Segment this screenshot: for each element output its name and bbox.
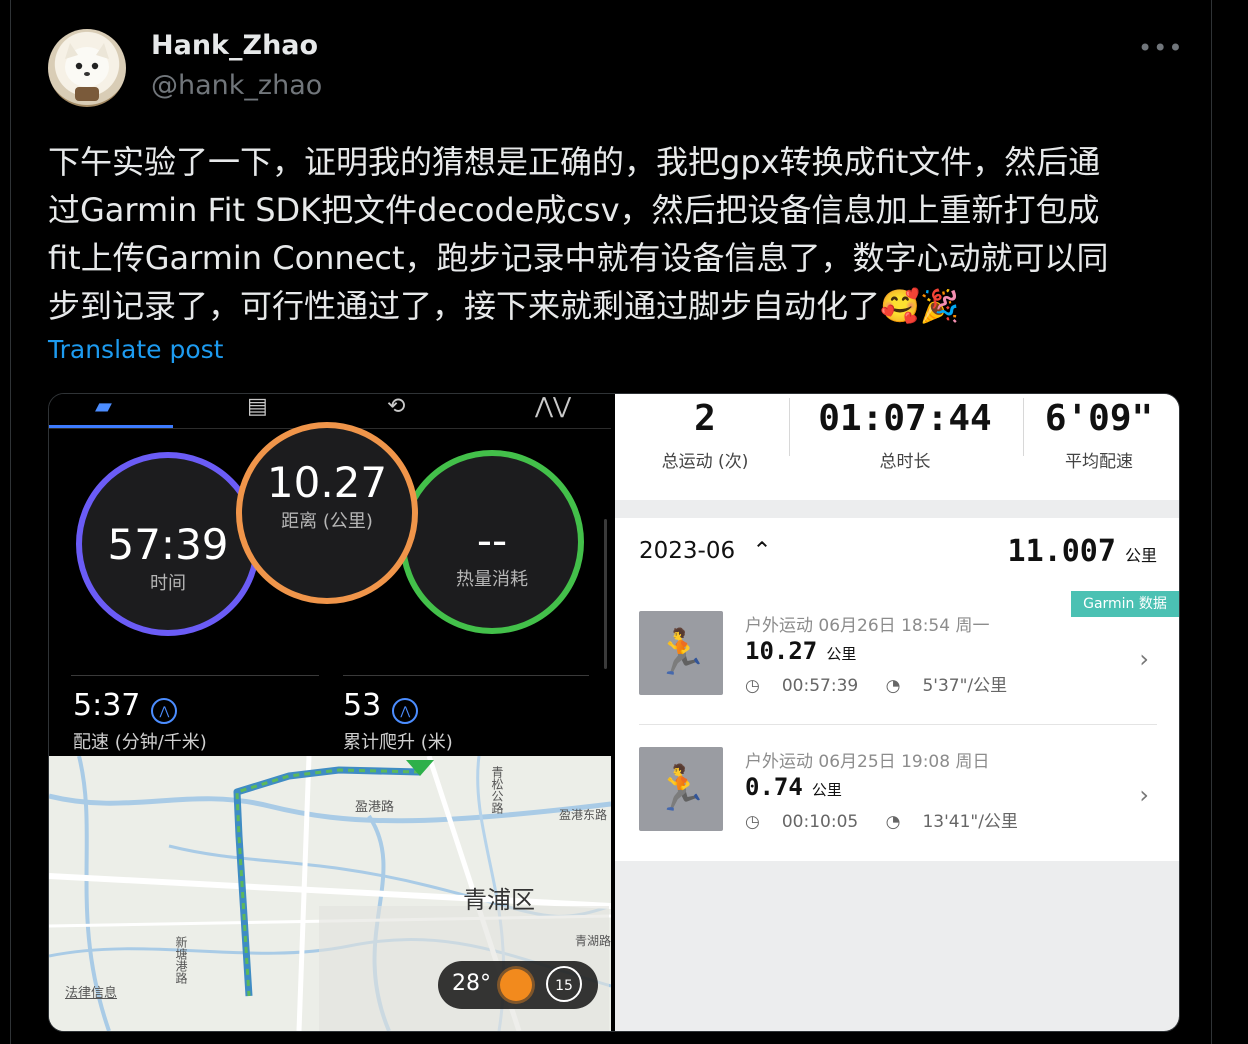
- record-distance: 0.74 公里: [745, 773, 842, 801]
- scrollbar[interactable]: [604, 519, 607, 669]
- records-screenshot[interactable]: 2 总运动 (次) 01:07:44 总时长 6'09" 平均配速 2023-0…: [615, 394, 1179, 1031]
- author-name[interactable]: Hank_Zhao: [151, 30, 318, 61]
- record-distance-value: 10.27: [745, 637, 818, 665]
- chevron-up-icon: ⌃: [752, 538, 772, 564]
- record-row[interactable]: 🏃 户外运动 06月25日 19:08 周日 0.74 公里 ◷ 00:10:05…: [615, 747, 1179, 867]
- elevation-stat: 53 ⋀ 累计爬升 (米): [343, 688, 453, 754]
- tweet-media[interactable]: ▰ ▤ ⟲ ⋀⋁ 57:39 时间 -- 热量消耗 10.27 距离 (公里) …: [48, 393, 1180, 1032]
- summary-value: 01:07:44: [818, 398, 992, 439]
- author-handle[interactable]: @hank_zhao: [151, 70, 322, 101]
- clock-icon: 15: [546, 966, 582, 1002]
- map-road-label: 青湖路: [575, 934, 611, 948]
- map-road-label: 盈港路: [355, 800, 395, 815]
- summary-duration: 01:07:44 总时长: [815, 394, 995, 472]
- tweet-line: fit上传Garmin Connect，跑步记录中就有设备信息了，数字心动就可以…: [48, 239, 1109, 277]
- time-ring: 57:39 时间: [76, 452, 260, 636]
- pace-icon: ◔: [885, 812, 901, 832]
- chevron-right-icon[interactable]: ›: [1139, 781, 1149, 809]
- summary-label: 平均配速: [1065, 452, 1133, 472]
- calories-label: 热量消耗: [456, 569, 528, 590]
- summary-value: 6'09": [1044, 398, 1154, 439]
- route-map[interactable]: 盈港路 盈港东路 青松公路 新塘港路 青湖路 青浦区 法律信息 28° 15: [49, 756, 611, 1031]
- summary-count: 2 总运动 (次): [615, 394, 795, 472]
- tweet-line: 下午实验了一下，证明我的猜想是正确的，我把gpx转换成fit文件，然后通: [48, 143, 1101, 181]
- chart-icon[interactable]: ⋀⋁: [535, 394, 571, 419]
- record-details: ◷ 00:10:05 ◔ 13'41"/公里: [745, 807, 1040, 832]
- repeat-icon[interactable]: ⟲: [387, 394, 405, 419]
- time-value: 57:39: [107, 520, 229, 569]
- map-road-label: 新塘港路: [174, 936, 188, 984]
- record-distance-unit: 公里: [826, 645, 857, 663]
- distance-ring: 10.27 距离 (公里): [236, 422, 418, 604]
- calories-ring: -- 热量消耗: [400, 450, 584, 634]
- running-icon: 🏃: [639, 611, 723, 695]
- activity-icon[interactable]: ▰: [95, 394, 112, 419]
- month-toggle[interactable]: 2023-06 ⌃: [639, 538, 772, 564]
- distance-label: 距离 (公里): [281, 511, 373, 532]
- divider: [71, 675, 319, 676]
- more-options-icon[interactable]: •••: [1138, 34, 1183, 62]
- divider: [639, 724, 1157, 725]
- clock-icon: ◷: [745, 676, 760, 696]
- time-label: 时间: [150, 573, 186, 594]
- pace-stat: 5:37 ⋀ 配速 (分钟/千米): [73, 688, 207, 754]
- record-duration: 00:10:05: [781, 812, 859, 832]
- garmin-activity-screenshot[interactable]: ▰ ▤ ⟲ ⋀⋁ 57:39 时间 -- 热量消耗 10.27 距离 (公里) …: [49, 394, 611, 1031]
- record-distance-value: 0.74: [745, 773, 803, 801]
- record-meta: 户外运动 06月26日 18:54 周一: [745, 616, 990, 636]
- weather-temperature: 28°: [452, 971, 491, 996]
- month-total: 11.007 公里: [1008, 534, 1157, 569]
- list-icon[interactable]: ▤: [247, 394, 268, 419]
- record-details: ◷ 00:57:39 ◔ 5'37"/公里: [745, 671, 1029, 696]
- avatar-image: [65, 43, 109, 101]
- map-road-label: 青松公路: [490, 766, 504, 814]
- legal-info-link[interactable]: 法律信息: [65, 982, 117, 1001]
- avatar[interactable]: [48, 29, 126, 107]
- month-label: 2023-06: [639, 538, 736, 564]
- elevation-label: 累计爬升 (米): [343, 731, 453, 753]
- month-total-unit: 公里: [1124, 546, 1157, 565]
- translate-post-link[interactable]: Translate post: [48, 335, 223, 364]
- divider: [789, 398, 790, 456]
- calories-value: --: [476, 516, 508, 565]
- distance-value: 10.27: [266, 458, 388, 507]
- pace-icon: ◔: [885, 676, 901, 696]
- weather-widget[interactable]: 28° 15: [438, 961, 598, 1009]
- record-row[interactable]: 🏃 户外运动 06月26日 18:54 周一 10.27 公里 ◷ 00:57:3…: [615, 611, 1179, 731]
- summary-bar: 2 总运动 (次) 01:07:44 总时长 6'09" 平均配速: [615, 394, 1179, 500]
- map-district-label: 青浦区: [463, 886, 535, 914]
- month-total-value: 11.007: [1007, 534, 1116, 569]
- summary-pace: 6'09" 平均配速: [1009, 394, 1179, 472]
- divider: [343, 675, 589, 676]
- elevation-value: 53: [343, 688, 382, 723]
- month-card: 2023-06 ⌃ 11.007 公里 Garmin 数据 🏃 户外运动 06月…: [615, 518, 1179, 861]
- pace-chart-icon[interactable]: ⋀: [151, 697, 178, 724]
- record-meta: 户外运动 06月25日 19:08 周日: [745, 752, 990, 772]
- sun-icon: [500, 969, 532, 1001]
- elevation-chart-icon[interactable]: ⋀: [392, 697, 419, 724]
- pace-label: 配速 (分钟/千米): [73, 731, 207, 753]
- record-distance: 10.27 公里: [745, 637, 856, 665]
- tweet-line: 过Garmin Fit SDK把文件decode成csv，然后把设备信息加上重新…: [48, 191, 1100, 229]
- record-distance-unit: 公里: [811, 781, 842, 799]
- running-icon: 🏃: [639, 747, 723, 831]
- column-border-left: [10, 0, 11, 1044]
- summary-value: 2: [694, 398, 716, 439]
- record-pace: 5'37"/公里: [922, 676, 1008, 696]
- chevron-right-icon[interactable]: ›: [1139, 645, 1149, 673]
- tweet-line: 步到记录了，可行性通过了，接下来就剩通过脚步自动化了🥰🎉: [48, 287, 960, 325]
- summary-label: 总时长: [879, 452, 931, 472]
- map-road-label: 盈港东路: [559, 808, 608, 822]
- record-duration: 00:57:39: [781, 676, 859, 696]
- summary-label: 总运动 (次): [661, 452, 749, 472]
- pace-value: 5:37: [73, 688, 141, 723]
- clock-icon: ◷: [745, 812, 760, 832]
- tweet-text: 下午实验了一下，证明我的猜想是正确的，我把gpx转换成fit文件，然后通 过Ga…: [48, 138, 1188, 330]
- column-border-right: [1211, 0, 1212, 1044]
- record-pace: 13'41"/公里: [922, 812, 1018, 832]
